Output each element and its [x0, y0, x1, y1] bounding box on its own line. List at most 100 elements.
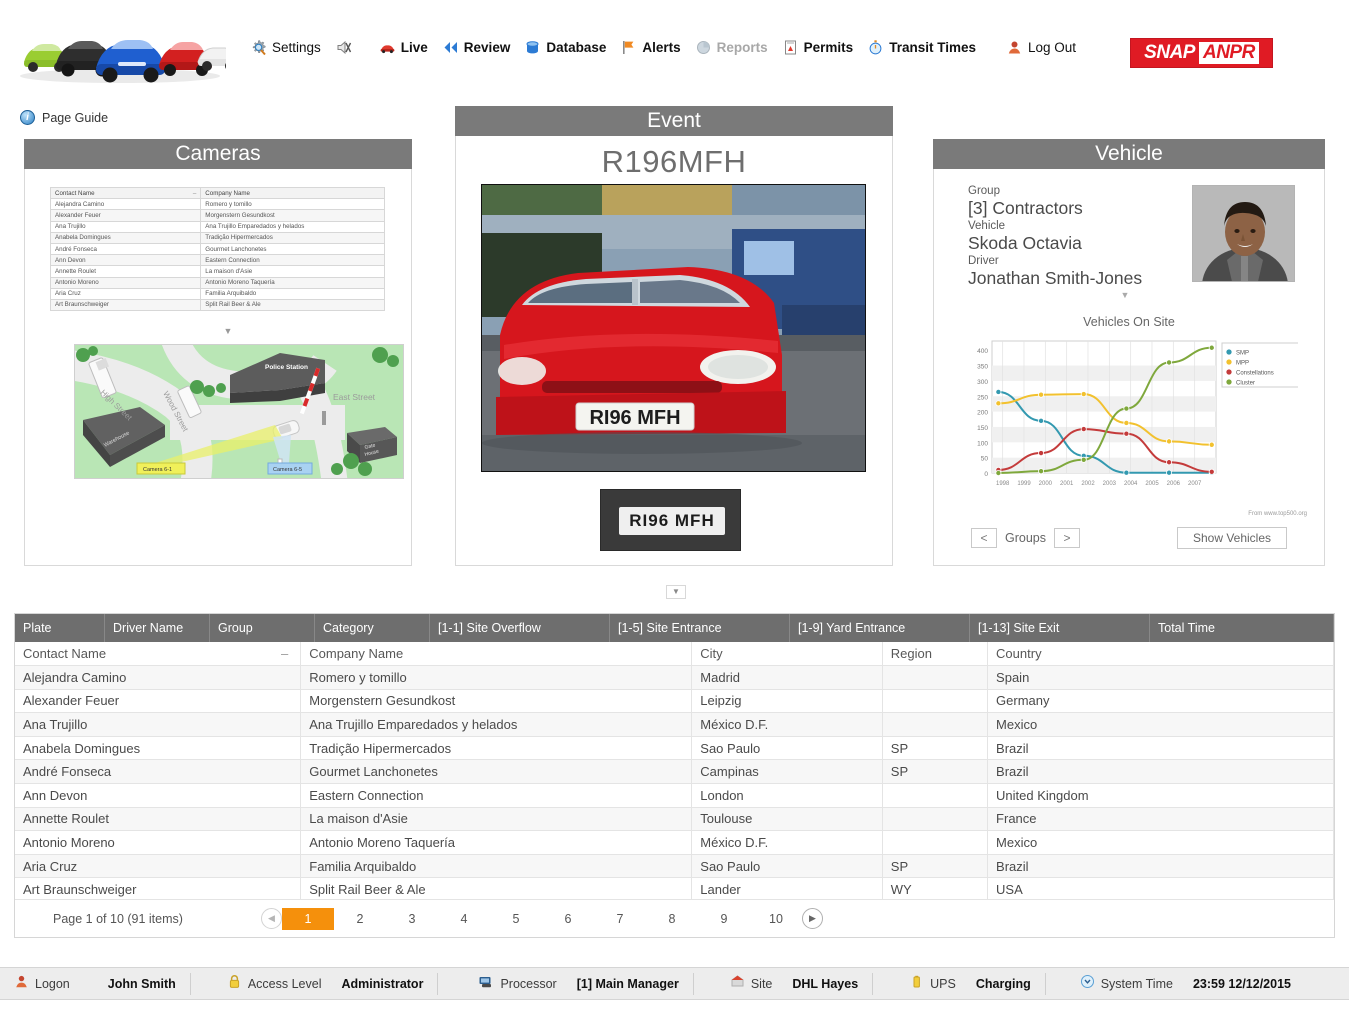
grid-column-header[interactable]: [1-5] Site Entrance — [610, 614, 790, 642]
nav-item-reports[interactable]: Reports — [695, 39, 768, 56]
grid-subheader-cell[interactable]: Country — [987, 642, 1334, 667]
plate-crop-thumbnail[interactable]: RI96 MFH — [600, 489, 741, 551]
mini-table-row[interactable]: André Fonseca Gourmet Lanchonetes — [49, 242, 385, 256]
nav-item-alerts[interactable]: Alerts — [620, 39, 681, 56]
table-row[interactable]: André Fonseca Gourmet Lanchonetes Campinas… — [15, 759, 1334, 785]
mini-table-cell: Romero y tomillo — [200, 198, 385, 211]
mini-table-cell: Anabela Domingues — [49, 231, 202, 244]
cameras-mini-table-wrap[interactable]: Contact Name – Company Name Alejandra Ca… — [49, 186, 385, 312]
mini-col-label: Company Name — [205, 189, 251, 197]
grid-subheader-cell[interactable]: Contact Name – — [15, 642, 302, 667]
table-cell — [882, 807, 989, 832]
event-panel-body: R196MFH RI96 MFH RI96 MFH — [455, 136, 893, 566]
nav-item-log-out[interactable]: Log Out — [1006, 39, 1076, 56]
permit-doc-icon — [782, 39, 799, 56]
mini-col-contact-name[interactable]: Contact Name – — [49, 186, 202, 200]
groups-next-button[interactable]: > — [1054, 528, 1080, 548]
pager-page-7[interactable]: 7 — [594, 908, 646, 930]
mini-table-row[interactable]: Anabela Domingues Tradição Hipermercados — [49, 231, 385, 244]
grid-column-header[interactable]: Group — [210, 614, 315, 642]
nav-item-label: Settings — [272, 39, 321, 55]
chart-source-note: From www.top500.org — [1248, 511, 1307, 517]
camera-site-map[interactable]: Police Station Warehouse Gate House Camer… — [74, 344, 404, 479]
pager-prev-button[interactable]: ◀ — [261, 908, 282, 929]
pager-page-3[interactable]: 3 — [386, 908, 438, 930]
vehicle-collapse-caret-icon[interactable]: ▼ — [1118, 291, 1132, 300]
groups-label: Groups — [1005, 531, 1046, 545]
mini-table-cell: Ana Trujillo — [49, 220, 202, 233]
cameras-collapse-caret-icon[interactable]: ▼ — [221, 327, 235, 336]
mini-table-row[interactable]: Alejandra Camino Romero y tomillo — [49, 198, 385, 211]
pager-page-2[interactable]: 2 — [334, 908, 386, 930]
svg-text:1999: 1999 — [1017, 481, 1031, 487]
nav-item-review[interactable]: Review — [442, 39, 510, 56]
mini-table-row[interactable]: Alexander Feuer Morgenstern Gesundkost — [49, 209, 385, 222]
table-cell: Leipzig — [691, 689, 883, 714]
nav-item-database[interactable]: Database — [524, 39, 606, 56]
grid-subheader-cell[interactable]: Region — [882, 642, 989, 667]
mini-table-row[interactable]: Art Braunschweiger Split Rail Beer & Ale — [49, 298, 385, 312]
table-row[interactable]: Antonio Moreno Antonio Moreno Taquería Méx… — [15, 830, 1334, 855]
mini-table-cell: Ann Devon — [49, 254, 202, 267]
mini-table-row[interactable]: Antonio Moreno Antonio Moreno Taquería — [49, 276, 385, 289]
svg-text:2001: 2001 — [1060, 481, 1074, 487]
mini-table-row[interactable]: Aria Cruz Familia Arquibaldo — [49, 287, 385, 300]
nav-item-live[interactable]: Live — [379, 39, 428, 56]
pager-page-1[interactable]: 1 — [282, 907, 334, 930]
pager-page-4[interactable]: 4 — [438, 908, 490, 930]
grid-column-header[interactable]: [1-1] Site Overflow — [430, 614, 610, 642]
pager-next-button[interactable]: ▶ — [802, 908, 823, 929]
svg-text:350: 350 — [977, 364, 988, 371]
pager-page-9[interactable]: 9 — [698, 908, 750, 930]
mini-table-row[interactable]: Annette Roulet La maison d'Asie — [49, 265, 385, 278]
grid-column-header[interactable]: [1-13] Site Exit — [970, 614, 1150, 642]
cameras-mini-table: Contact Name – Company Name Alejandra Ca… — [49, 186, 385, 312]
pager-page-10[interactable]: 10 — [750, 908, 802, 930]
grid-column-header[interactable]: Total Time — [1150, 614, 1334, 642]
nav-item-settings[interactable]: Settings — [250, 39, 321, 56]
grid-subheader-cell[interactable]: City — [691, 642, 883, 667]
groups-prev-button[interactable]: < — [971, 528, 997, 548]
table-row[interactable]: Annette Roulet La maison d'Asie Toulouse Fr… — [15, 807, 1334, 832]
grid-column-header[interactable]: Plate — [15, 614, 105, 642]
table-row[interactable]: Ana Trujillo Ana Trujillo Emparedados y h… — [15, 712, 1334, 737]
svg-text:2007: 2007 — [1188, 481, 1202, 487]
mini-table-row[interactable]: Ana Trujillo Ana Trujillo Emparedados y h… — [49, 220, 385, 233]
table-row[interactable]: Aria Cruz Familia Arquibaldo Sao Paulo SP Br… — [15, 854, 1334, 879]
status-value-processor: [1] Main Manager — [576, 976, 679, 991]
status-cell-system-time: System Time — [1046, 968, 1187, 999]
table-cell: Morgenstern Gesundkost — [300, 689, 693, 714]
svg-text:250: 250 — [977, 394, 988, 401]
panels-collapse-toggle[interactable]: ▼ — [666, 585, 686, 599]
table-row[interactable]: Art Braunschweiger Split Rail Beer & Ale L… — [15, 877, 1334, 903]
table-row[interactable]: Alejandra Camino Romero y tomillo Madrid Sp… — [15, 665, 1334, 690]
mini-table-cell: Split Rail Beer & Ale — [200, 298, 385, 312]
event-capture-photo[interactable]: RI96 MFH — [481, 184, 866, 472]
status-bar: Logon John Smith Access Level Administra… — [0, 967, 1349, 1000]
pager-page-6[interactable]: 6 — [542, 908, 594, 930]
grid-column-header[interactable]: Category — [315, 614, 430, 642]
vehicles-on-site-chart[interactable]: 0 50 100 150 200 250 300 350 400 1998 1999 2000 2001… — [958, 335, 1301, 507]
vehicle-field-label-vehicle: Vehicle — [968, 220, 1006, 232]
page-guide-link[interactable]: i Page Guide — [20, 110, 108, 125]
nav-item-label: Live — [400, 39, 428, 55]
pager-page-8[interactable]: 8 — [646, 908, 698, 930]
svg-text:2002: 2002 — [1081, 481, 1095, 487]
table-row[interactable]: Anabela Domingues Tradição Hipermercados S… — [15, 736, 1334, 761]
pager-page-5[interactable]: 5 — [490, 908, 542, 930]
table-row[interactable]: Alexander Feuer Morgenstern Gesundkost Lei… — [15, 689, 1334, 714]
mini-header-row: Contact Name – Company Name — [49, 186, 385, 200]
mini-table-row[interactable]: Ann Devon Eastern Connection — [49, 254, 385, 267]
table-cell: Lander — [691, 877, 883, 903]
show-vehicles-button[interactable]: Show Vehicles — [1177, 527, 1287, 549]
nav-item-transit-times[interactable]: Transit Times — [867, 39, 976, 56]
table-row[interactable]: Ann Devon Eastern Connection London United … — [15, 783, 1334, 808]
table-cell — [882, 665, 989, 690]
nav-item-mute[interactable] — [335, 39, 357, 56]
mini-col-company-name[interactable]: Company Name — [200, 186, 385, 200]
grid-column-header[interactable]: [1-9] Yard Entrance — [790, 614, 970, 642]
grid-subheader-cell[interactable]: Company Name — [300, 642, 693, 667]
nav-item-permits[interactable]: Permits — [782, 39, 853, 56]
grid-column-header[interactable]: Driver Name — [105, 614, 210, 642]
status-label-system-time: System Time — [1100, 976, 1173, 991]
